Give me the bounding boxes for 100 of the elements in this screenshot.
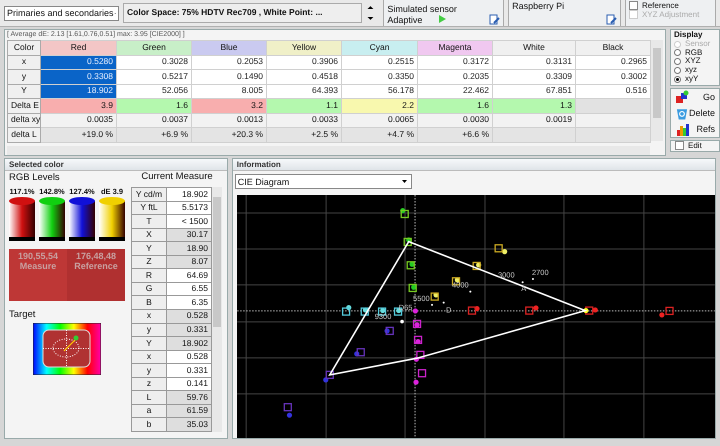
table-cell[interactable]: 0.2965 xyxy=(576,55,650,70)
sensor-title: Simulated sensor xyxy=(387,4,457,15)
row-header: delta L xyxy=(8,128,40,142)
section-label: Target xyxy=(9,308,36,320)
column-header[interactable]: Blue xyxy=(192,40,266,56)
row-header: y xyxy=(8,70,40,84)
row-header: x xyxy=(132,310,166,324)
table-cell[interactable]: 2.2 xyxy=(342,98,418,114)
checkbox[interactable] xyxy=(675,141,684,150)
table-cell: 61.59 xyxy=(166,404,212,418)
row-header: a xyxy=(132,404,166,418)
table-cell: +2.5 % xyxy=(266,128,342,142)
row-header: Y ftL xyxy=(132,201,166,215)
settings-icon[interactable] xyxy=(606,14,617,25)
table-cell[interactable]: 0.3131 xyxy=(492,55,576,70)
table-cell[interactable]: 0.3308 xyxy=(40,70,116,84)
row-header: Z xyxy=(132,255,166,269)
row-header: T xyxy=(132,214,166,228)
column-header[interactable]: Cyan xyxy=(342,40,418,56)
table-cell[interactable]: 22.462 xyxy=(418,84,492,99)
section-label: Current Measure xyxy=(141,171,213,182)
horizontal-scrollbar[interactable] xyxy=(7,146,650,155)
action-button[interactable]: Go xyxy=(671,88,719,105)
radio-button[interactable] xyxy=(674,67,681,74)
table-cell[interactable]: 0.2053 xyxy=(192,55,266,70)
table-cell: 18.90 xyxy=(166,242,212,256)
table-cell[interactable]: 0.3028 xyxy=(116,55,192,70)
row-header: Y xyxy=(132,242,166,256)
vertical-scrollbar[interactable] xyxy=(651,40,663,142)
table-cell: 0.0013 xyxy=(192,113,266,128)
table-cell[interactable]: 3.2 xyxy=(192,98,266,114)
table-cell[interactable]: 0.5217 xyxy=(116,70,192,84)
table-cell: 0.0065 xyxy=(342,113,418,128)
table-cell[interactable]: 52.056 xyxy=(116,84,192,99)
table-cell: < 1500 xyxy=(166,214,212,228)
view-select[interactable]: CIE Diagram xyxy=(234,174,412,190)
table-cell: 0.0019 xyxy=(492,113,576,128)
column-header[interactable]: Green xyxy=(116,40,192,56)
table-cell[interactable]: 0.5280 xyxy=(40,55,116,70)
column-header[interactable]: White xyxy=(492,40,576,56)
panel-title: Selected color xyxy=(5,159,227,172)
row-header: y xyxy=(132,364,166,378)
column-header[interactable]: Magenta xyxy=(418,40,492,56)
series-select[interactable]: Primaries and secondaries xyxy=(4,6,119,20)
radio-label: Sensor xyxy=(685,40,710,49)
panel-title: Information xyxy=(232,159,715,172)
table-cell[interactable]: 0.3309 xyxy=(492,70,576,84)
table-cell[interactable]: 3.9 xyxy=(40,98,116,114)
table-cell[interactable]: 0.3002 xyxy=(576,70,650,84)
table-cell: 0.331 xyxy=(166,364,212,378)
table-cell: +6.6 % xyxy=(418,128,492,142)
radio-label: RGB xyxy=(685,48,702,58)
row-header: Y xyxy=(132,336,166,350)
go-icon xyxy=(675,90,690,104)
checkbox[interactable] xyxy=(628,1,638,10)
table-cell: 18.902 xyxy=(166,188,212,202)
settings-icon[interactable] xyxy=(489,14,500,25)
checkbox-label: XYZ Adjustment xyxy=(642,10,700,20)
table-cell[interactable]: 18.902 xyxy=(40,84,116,99)
table-cell[interactable]: 64.393 xyxy=(266,84,342,99)
table-cell: 35.03 xyxy=(166,418,212,432)
table-cell: 0.0033 xyxy=(266,113,342,128)
radio-button[interactable] xyxy=(674,76,681,83)
table-cell[interactable]: 8.005 xyxy=(192,84,266,99)
row-header: x xyxy=(132,350,166,364)
table-cell: 0.528 xyxy=(166,350,212,364)
table-cell[interactable]: 0.3172 xyxy=(418,55,492,70)
radio-button[interactable] xyxy=(674,58,681,66)
action-button[interactable]: Delete xyxy=(671,104,719,121)
table-cell: +19.0 % xyxy=(40,128,116,142)
table-cell[interactable]: 0.516 xyxy=(576,84,650,99)
section-label: RGB Levels xyxy=(9,173,60,184)
table-cell[interactable]: 1.1 xyxy=(266,98,342,114)
table-cell[interactable]: 0.2515 xyxy=(342,55,418,70)
table-cell[interactable]: 1.3 xyxy=(492,98,576,114)
table-cell[interactable]: 1.6 xyxy=(418,98,492,114)
swatch-value: 190,55,54 xyxy=(18,250,58,262)
table-cell[interactable]: 0.2035 xyxy=(418,70,492,84)
table-cell[interactable]: 56.178 xyxy=(342,84,418,99)
color-space-field: Color Space: 75% HDTV Rec709 , White Point: ... xyxy=(123,3,362,23)
table-cell[interactable]: 67.851 xyxy=(492,84,576,99)
checkbox-label: Reference xyxy=(642,1,679,10)
checkbox-label: Edit xyxy=(688,141,702,150)
table-cell: 59.76 xyxy=(166,390,212,404)
table-cell: 0.0037 xyxy=(116,113,192,128)
radio-button[interactable] xyxy=(674,49,681,56)
vertical-scrollbar[interactable] xyxy=(212,187,222,432)
refs-icon xyxy=(675,122,690,136)
table-cell[interactable]: 0.4518 xyxy=(266,70,342,84)
table-cell[interactable]: 0.3906 xyxy=(266,55,342,70)
table-cell[interactable]: 1.6 xyxy=(116,98,192,114)
action-button[interactable]: Refs xyxy=(671,120,719,137)
row-header: y xyxy=(132,323,166,337)
column-header[interactable]: Red xyxy=(40,40,116,56)
table-cell[interactable]: 0.1490 xyxy=(192,70,266,84)
column-header[interactable]: Black xyxy=(576,40,650,56)
row-header: B xyxy=(132,296,166,310)
target-drawing xyxy=(33,322,101,375)
table-cell[interactable]: 0.3350 xyxy=(342,70,418,84)
column-header[interactable]: Yellow xyxy=(266,40,342,56)
